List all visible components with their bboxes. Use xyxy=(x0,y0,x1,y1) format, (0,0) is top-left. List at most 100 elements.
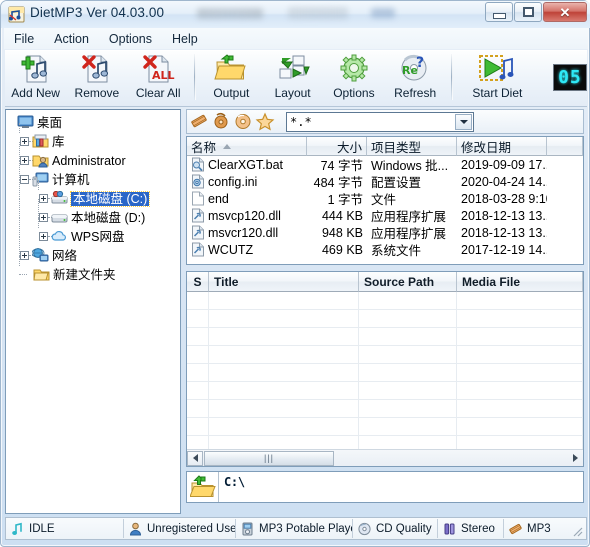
start-diet-button[interactable]: Start Diet xyxy=(458,51,537,106)
star-icon[interactable] xyxy=(255,112,275,131)
expander-plus-icon[interactable] xyxy=(20,251,29,260)
folder-tree-panel[interactable]: 桌面 库 Administrator 计算机 本地磁盘 (C:) 本地磁盘 (D… xyxy=(5,109,181,514)
clear-all-button[interactable]: ALL Clear All xyxy=(128,51,189,106)
tree-label: 网络 xyxy=(52,248,78,263)
table-row[interactable]: WCUTZ 469 KB 系统文件 2017-12-19 14... xyxy=(187,241,583,258)
minimize-icon xyxy=(492,12,506,19)
refresh-icon: Re ? xyxy=(398,53,432,85)
status-pane-device: MP3 Potable Player xyxy=(236,519,353,538)
minimize-button[interactable] xyxy=(485,2,513,22)
horizontal-scrollbar[interactable]: ||| xyxy=(187,449,583,466)
options-button[interactable]: Options xyxy=(323,51,384,106)
expander-plus-icon[interactable] xyxy=(39,232,48,241)
table-row[interactable]: msvcr120.dll 948 KB 应用程序扩展 2018-12-13 13… xyxy=(187,224,583,241)
audio-disc-icon[interactable] xyxy=(211,112,231,131)
table-row[interactable]: ClearXGT.bat 74 字节 Windows 批... 2019-09-… xyxy=(187,156,583,173)
resize-grip[interactable] xyxy=(569,523,583,537)
file-name-cell: config.ini xyxy=(187,174,307,189)
list-item[interactable] xyxy=(187,310,583,328)
toolbar-separator-2 xyxy=(450,54,453,100)
table-row[interactable]: config.ini 484 字节 配置设置 2020-04-24 14... xyxy=(187,173,583,190)
conversion-queue-list[interactable]: S Title Source Path Media File ||| xyxy=(186,271,584,467)
remove-button[interactable]: Remove xyxy=(66,51,127,106)
tree-item-new-folder[interactable]: 新建文件夹 xyxy=(8,256,180,284)
column-header-title[interactable]: Title xyxy=(209,272,359,292)
list-item[interactable] xyxy=(187,328,583,346)
column-header-media-file[interactable]: Media File xyxy=(457,272,583,292)
status-quality-label: CD Quality xyxy=(376,522,432,535)
menu-item-file[interactable]: File xyxy=(4,30,44,48)
dll-file-icon xyxy=(191,208,205,223)
svg-text:?: ? xyxy=(416,55,424,71)
user-icon xyxy=(129,522,142,536)
file-date-cell: 2018-12-13 13... xyxy=(461,208,547,223)
menu-item-help[interactable]: Help xyxy=(162,30,208,48)
app-icon xyxy=(8,6,25,23)
scroll-right-button[interactable] xyxy=(567,451,583,466)
menu-item-action[interactable]: Action xyxy=(44,30,99,48)
file-name-cell: msvcr120.dll xyxy=(187,225,307,240)
tree-item-local-disk-d[interactable]: 本地磁盘 (D:) xyxy=(8,199,180,227)
tree-item-wps-cloud[interactable]: WPS网盘 xyxy=(8,218,180,246)
table-row[interactable]: msvcp120.dll 444 KB 应用程序扩展 2018-12-13 13… xyxy=(187,207,583,224)
expander-plus-icon[interactable] xyxy=(39,213,48,222)
browse-output-folder-button[interactable] xyxy=(187,472,219,502)
file-filter-combobox[interactable]: *.* xyxy=(286,112,474,132)
column-header-extra[interactable] xyxy=(547,137,583,156)
start-diet-label: Start Diet xyxy=(472,86,523,100)
blurred-title-text-1 xyxy=(197,8,263,19)
scrollbar-thumb[interactable]: ||| xyxy=(204,450,334,466)
file-size-cell: 469 KB xyxy=(321,242,363,257)
queue-list-header: S Title Source Path Media File xyxy=(187,272,583,292)
tree-item-administrator[interactable]: Administrator xyxy=(8,142,180,170)
layout-button[interactable]: Layout xyxy=(262,51,323,106)
list-item[interactable] xyxy=(187,364,583,382)
tree-item-desktop[interactable]: 桌面 xyxy=(8,113,180,132)
column-header-size[interactable]: 大小 xyxy=(307,137,367,156)
close-button[interactable]: ✕ xyxy=(543,2,587,22)
expander-plus-icon[interactable] xyxy=(20,156,29,165)
table-row[interactable]: end 1 字节 文件 2018-03-28 9:10 xyxy=(187,190,583,207)
counter-display: 05 xyxy=(552,64,587,91)
refresh-button[interactable]: Re ? Refresh xyxy=(385,51,446,106)
tree-item-computer[interactable]: 计算机 xyxy=(8,161,180,189)
column-header-status[interactable]: S xyxy=(187,272,209,292)
computer-icon xyxy=(32,172,49,187)
status-format-label: MP3 xyxy=(527,522,551,535)
tree-item-network[interactable]: 网络 xyxy=(8,237,180,265)
tree-item-local-disk-c[interactable]: 本地磁盘 (C:) xyxy=(8,180,180,208)
column-header-type[interactable]: 项目类型 xyxy=(367,137,457,156)
cloud-icon xyxy=(51,229,68,244)
list-item[interactable] xyxy=(187,400,583,418)
add-new-button[interactable]: Add New xyxy=(5,51,66,106)
file-type-cell: 系统文件 xyxy=(371,244,422,258)
list-item[interactable] xyxy=(187,418,583,436)
maximize-button[interactable] xyxy=(514,2,542,22)
library-icon xyxy=(32,134,49,149)
list-item[interactable] xyxy=(187,292,583,310)
tree-label: 库 xyxy=(52,134,65,149)
column-header-name[interactable]: 名称 xyxy=(187,137,307,156)
options-label: Options xyxy=(333,86,375,100)
mp3-file-icon[interactable] xyxy=(189,112,209,131)
expander-plus-icon[interactable] xyxy=(39,194,48,203)
file-name: WCUTZ xyxy=(208,242,254,257)
scroll-left-button[interactable] xyxy=(187,450,203,466)
list-item[interactable] xyxy=(187,346,583,364)
scrollbar-track[interactable] xyxy=(334,451,567,466)
status-pane-registration: Unregistered User xyxy=(124,519,236,538)
column-header-source-path[interactable]: Source Path xyxy=(359,272,457,292)
expander-minus-icon[interactable] xyxy=(20,175,29,184)
menu-item-options[interactable]: Options xyxy=(99,30,162,48)
list-item[interactable] xyxy=(187,382,583,400)
bat-file-icon xyxy=(191,157,205,172)
tree-item-libraries[interactable]: 库 xyxy=(8,123,180,151)
output-path-bar[interactable]: C:\ xyxy=(186,471,584,503)
file-list[interactable]: 名称 大小 项目类型 修改日期 ClearXGT.bat 74 字节 Windo… xyxy=(186,136,584,265)
column-header-date[interactable]: 修改日期 xyxy=(457,137,547,156)
expander-plus-icon[interactable] xyxy=(20,137,29,146)
chevron-down-icon[interactable] xyxy=(455,114,472,130)
output-button[interactable]: Output xyxy=(201,51,262,106)
queue-list-body[interactable] xyxy=(187,292,583,466)
cd-icon[interactable] xyxy=(233,112,253,131)
